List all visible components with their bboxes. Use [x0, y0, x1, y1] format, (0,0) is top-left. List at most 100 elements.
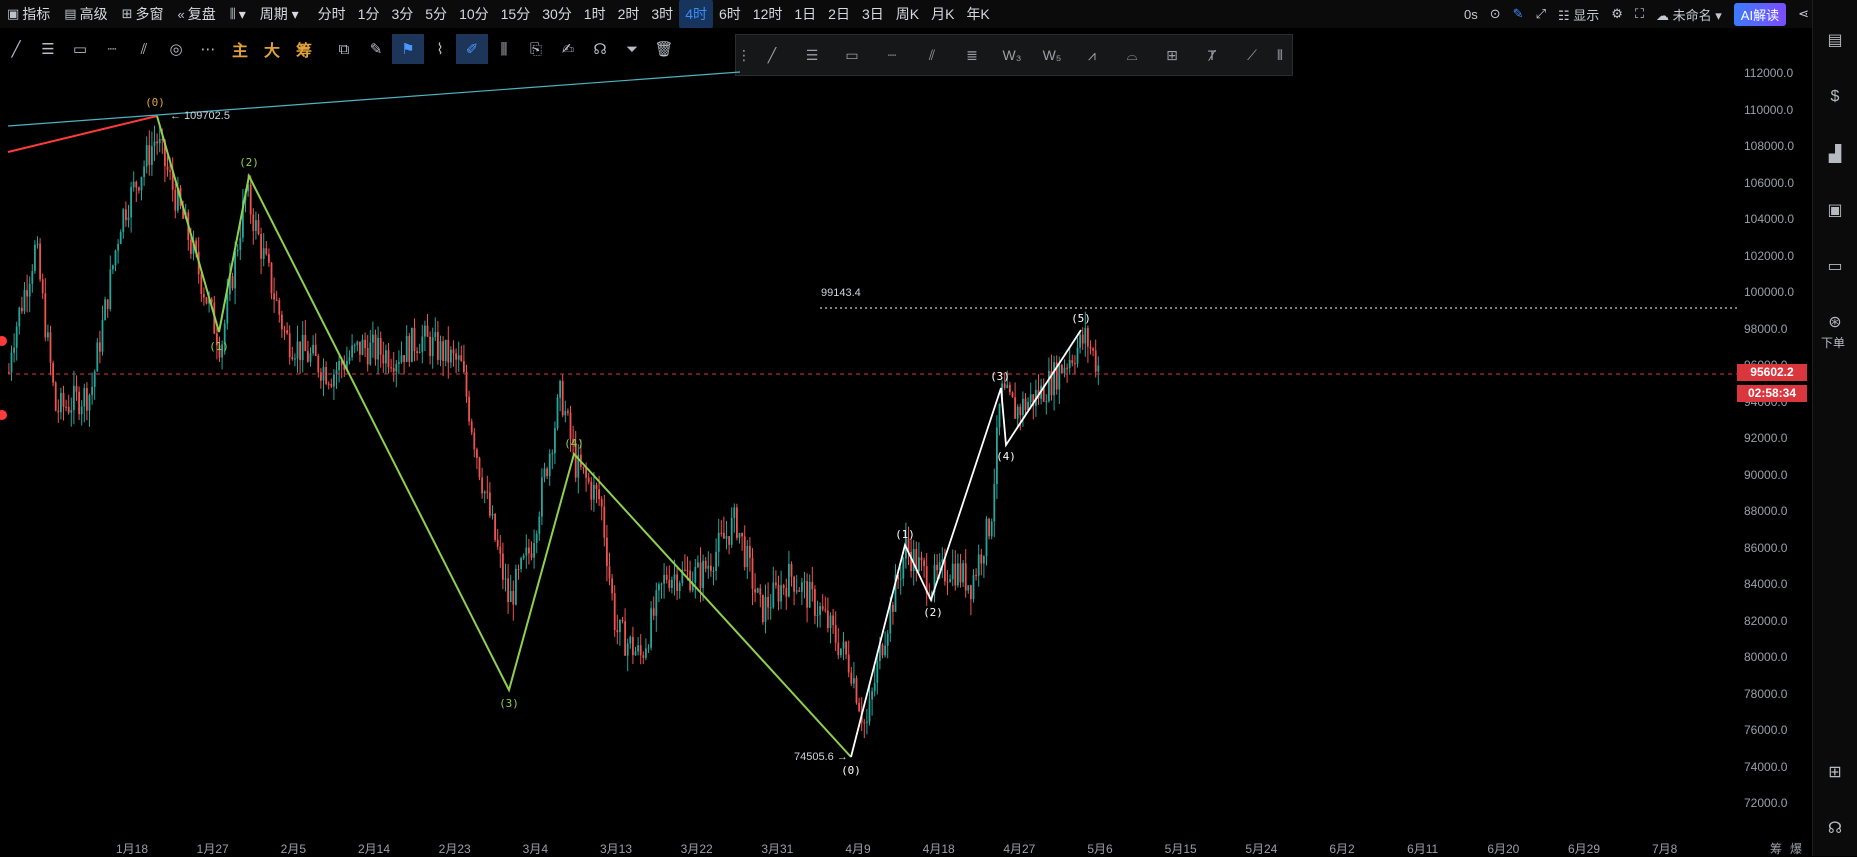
time-axis-label: 6月11	[1407, 842, 1439, 856]
red-trendline	[7, 115, 158, 153]
candle-body	[200, 274, 203, 294]
candle-body	[75, 385, 78, 392]
white-wave-label: (3)	[990, 370, 1010, 383]
candle-body	[1006, 384, 1009, 389]
level-price-label: 99143.4	[821, 287, 861, 299]
candle-body	[517, 568, 520, 570]
green-wave-label: (1)	[209, 340, 229, 353]
candle-body	[873, 682, 876, 692]
candle-body	[307, 351, 309, 362]
candle-body	[920, 557, 923, 561]
candle-body	[1063, 367, 1066, 374]
candle-body	[278, 300, 281, 315]
candle-body	[478, 457, 481, 478]
candle-body	[720, 532, 723, 534]
candle-body	[892, 604, 894, 612]
candle-body	[70, 410, 73, 413]
candle-body	[41, 279, 44, 294]
candle-body	[143, 166, 145, 178]
time-axis-label: 2月23	[438, 842, 471, 856]
candle-body	[535, 533, 538, 543]
time-axis-extra-label: 爆	[1789, 842, 1803, 856]
candle-body	[468, 396, 470, 422]
candle-body	[491, 513, 494, 516]
candle-body	[598, 489, 600, 500]
candle-body	[36, 243, 39, 245]
candle-body	[585, 468, 587, 478]
candle-body	[746, 546, 749, 568]
candle-body	[671, 579, 673, 588]
calculator-icon[interactable]: ⊞	[1824, 762, 1846, 784]
candle-body	[998, 403, 1001, 428]
candle-body	[1081, 334, 1084, 344]
candle-body	[743, 536, 746, 568]
candle-body	[658, 584, 660, 591]
candle-body	[374, 334, 377, 360]
support-icon[interactable]: ☊	[1824, 818, 1846, 840]
candle-body	[884, 645, 886, 656]
candle-body	[847, 654, 850, 673]
candle-body	[13, 347, 15, 353]
candle-body	[112, 265, 114, 270]
depth-chart-icon[interactable]: ▟	[1824, 144, 1846, 166]
candle-body	[1009, 384, 1011, 393]
candle-body	[959, 563, 962, 583]
candle-body	[156, 141, 158, 144]
candle-body	[151, 146, 153, 165]
candle-body	[798, 590, 801, 592]
candle-body	[668, 579, 671, 588]
candle-body	[260, 233, 262, 259]
candle-body	[782, 585, 785, 589]
order-icon[interactable]: ⊛	[1824, 312, 1846, 334]
time-axis-label: 3月22	[680, 842, 713, 856]
candle-body	[587, 477, 590, 482]
low-price-label: 74505.6 →	[794, 751, 848, 763]
candle-body	[613, 593, 616, 631]
candle-body	[1068, 360, 1071, 369]
candle-body	[457, 355, 460, 360]
candle-body	[140, 177, 143, 191]
candle-body	[603, 506, 606, 538]
price-chart[interactable]: (0) (1) (2) (3) (4) (0) (1) (2) (3) (4) (5) ← 10970…	[0, 0, 1857, 856]
candle-body	[515, 568, 517, 605]
price-axis-label: 102000.0	[1744, 248, 1795, 263]
candle-body	[34, 244, 36, 272]
candle-body	[842, 641, 845, 649]
candle-body	[593, 484, 595, 500]
orderbook-icon[interactable]: ▤	[1824, 30, 1846, 52]
candle-body	[10, 352, 13, 373]
white-wave-line	[850, 329, 1082, 758]
candle-body	[725, 536, 728, 539]
candle-body	[132, 181, 135, 188]
candle-body	[130, 187, 132, 218]
candle-body	[138, 187, 140, 191]
candle-body	[203, 293, 205, 298]
candle-body	[756, 588, 759, 593]
candle-body	[801, 582, 803, 592]
candle-body	[158, 138, 161, 144]
candle-body	[333, 374, 335, 387]
candle-body	[840, 648, 842, 656]
candle-body	[634, 651, 637, 656]
candle-body	[762, 594, 764, 622]
candle-body	[1058, 364, 1061, 390]
candle-body	[416, 351, 418, 353]
candle-body	[465, 371, 468, 397]
candle-body	[296, 341, 299, 359]
candle-body	[834, 624, 837, 643]
candle-body	[868, 699, 871, 722]
asset-icon[interactable]: $	[1824, 88, 1846, 110]
candle-body	[106, 299, 109, 310]
candle-body	[257, 220, 260, 234]
candle-body	[1084, 327, 1087, 344]
monitor-icon[interactable]: ▣	[1824, 200, 1846, 222]
time-axis: 1月18 1月27 2月5 2月14 2月23 3月4 3月13 3月22 3月31 4月9 4月1…	[0, 838, 1812, 856]
candle-body	[382, 354, 385, 364]
candle-body	[707, 565, 710, 569]
candle-body	[699, 562, 702, 588]
candle-body	[608, 566, 611, 579]
candle-body	[268, 254, 270, 263]
candle-body	[1097, 365, 1100, 372]
candle-body	[23, 290, 26, 312]
card-icon[interactable]: ▭	[1824, 256, 1846, 278]
